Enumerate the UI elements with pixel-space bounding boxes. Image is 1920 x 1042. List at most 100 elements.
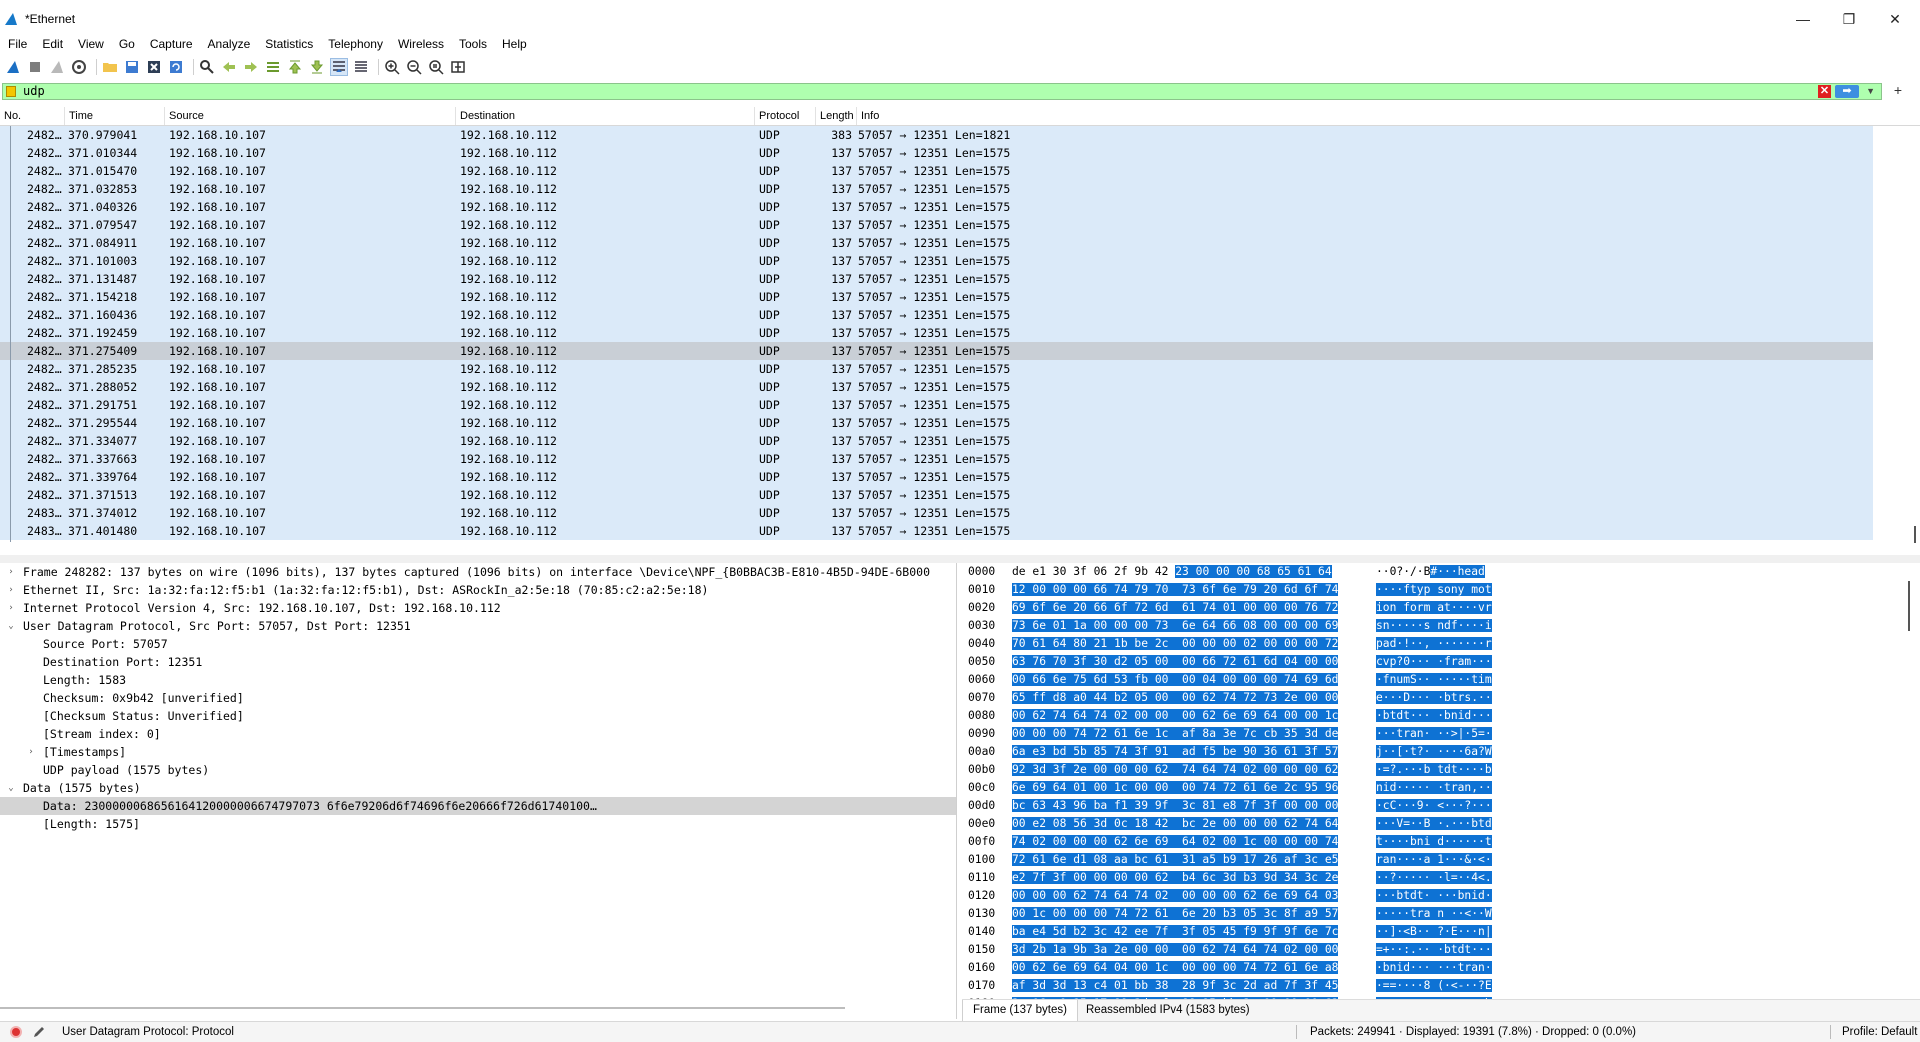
packet-row[interactable]: 2482… 371.295544 192.168.10.107 192.168.10.…	[0, 414, 1873, 432]
column-header-info[interactable]: Info	[857, 107, 1920, 125]
zoom-normal-icon[interactable]	[427, 58, 445, 76]
column-header-no[interactable]: No.	[0, 107, 65, 125]
detail-tree-item[interactable]: Length: 1583	[0, 671, 956, 689]
go-last-icon[interactable]	[308, 58, 326, 76]
hex-line[interactable]: 0140 ba e4 5d b2 3c 42 ee 7f 3f 05 45 f9 …	[962, 923, 1920, 941]
arrow-forward-icon[interactable]	[242, 58, 260, 76]
packet-row[interactable]: 2482… 371.334077 192.168.10.107 192.168.10.…	[0, 432, 1873, 450]
hex-line[interactable]: 0080 00 62 74 64 74 02 00 00 00 62 6e 69 …	[962, 707, 1920, 725]
search-icon[interactable]	[198, 58, 216, 76]
hex-line[interactable]: 0000 de e1 30 3f 06 2f 9b 42 23 00 00 00 …	[962, 563, 1920, 581]
close-file-icon[interactable]	[145, 58, 163, 76]
chevron-right-icon[interactable]: ›	[6, 563, 16, 581]
detail-tree-item[interactable]: ⌄ Data (1575 bytes)	[0, 779, 956, 797]
hex-line[interactable]: 0070 65 ff d8 a0 44 b2 05 00 00 62 74 72 …	[962, 689, 1920, 707]
filter-text[interactable]: udp	[23, 84, 45, 99]
packet-row[interactable]: 2483… 371.401480 192.168.10.107 192.168.10.…	[0, 522, 1873, 540]
minimize-button[interactable]: —	[1780, 0, 1826, 38]
chevron-down-icon[interactable]: ⌄	[6, 617, 16, 635]
packet-row[interactable]: 2482… 371.131487 192.168.10.107 192.168.10.…	[0, 270, 1873, 288]
hex-line[interactable]: 0020 69 6f 6e 20 66 6f 72 6d 61 74 01 00 …	[962, 599, 1920, 617]
packet-list-scrollbar[interactable]	[1876, 126, 1920, 543]
hex-line[interactable]: 0110 e2 7f 3f 00 00 00 00 62 b4 6c 3d b3 …	[962, 869, 1920, 887]
hex-line[interactable]: 00e0 00 e2 08 56 3d 0c 18 42 bc 2e 00 00 …	[962, 815, 1920, 833]
tab-reassembled-ipv4[interactable]: Reassembled IPv4 (1583 bytes)	[1076, 1000, 1260, 1022]
save-file-icon[interactable]	[123, 58, 141, 76]
packet-row[interactable]: 2482… 371.288052 192.168.10.107 192.168.10.…	[0, 378, 1873, 396]
column-header-source[interactable]: Source	[165, 107, 456, 125]
column-header-time[interactable]: Time	[65, 107, 165, 125]
menu-analyze[interactable]: Analyze	[200, 37, 258, 51]
detail-tree-item[interactable]: Checksum: 0x9b42 [unverified]	[0, 689, 956, 707]
detail-tree-item[interactable]: › Ethernet II, Src: 1a:32:fa:12:f5:b1 (1a…	[0, 581, 956, 599]
packet-row[interactable]: 2482… 371.040326 192.168.10.107 192.168.10.…	[0, 198, 1873, 216]
detail-tree-item[interactable]: › Frame 248282: 137 bytes on wire (1096 b…	[0, 563, 956, 581]
capture-running-icon[interactable]	[10, 1026, 22, 1038]
hex-line[interactable]: 0060 00 66 6e 75 6d 53 fb 00 00 04 00 00 …	[962, 671, 1920, 689]
display-filter-input[interactable]: udp ✕ ➡ ▼	[2, 83, 1882, 100]
menu-telephony[interactable]: Telephony	[320, 37, 390, 51]
tab-frame-bytes[interactable]: Frame (137 bytes)	[962, 1000, 1078, 1022]
hex-line[interactable]: 0120 00 00 00 62 74 64 74 02 00 00 00 62 …	[962, 887, 1920, 905]
hex-line[interactable]: 00f0 74 02 00 00 00 62 6e 69 64 02 00 1c …	[962, 833, 1920, 851]
column-header-protocol[interactable]: Protocol	[755, 107, 816, 125]
detail-tree-item[interactable]: › Internet Protocol Version 4, Src: 192.1…	[0, 599, 956, 617]
packet-row[interactable]: 2482… 371.160436 192.168.10.107 192.168.10.…	[0, 306, 1873, 324]
hex-line[interactable]: 00c0 6e 69 64 01 00 1c 00 00 00 74 72 61 …	[962, 779, 1920, 797]
packet-row[interactable]: 2482… 371.192459 192.168.10.107 192.168.10.…	[0, 324, 1873, 342]
hex-line[interactable]: 0170 af 3d 3d 13 c4 01 bb 38 28 9f 3c 2d …	[962, 977, 1920, 995]
detail-tree-item[interactable]: › [Timestamps]	[0, 743, 956, 761]
menu-edit[interactable]: Edit	[34, 37, 70, 51]
detail-tree-item[interactable]: Destination Port: 12351	[0, 653, 956, 671]
menu-tools[interactable]: Tools	[451, 37, 494, 51]
clear-filter-icon[interactable]: ✕	[1818, 85, 1831, 98]
chevron-down-icon[interactable]: ▼	[1866, 84, 1875, 99]
hex-line[interactable]: 0160 00 62 6e 69 64 04 00 1c 00 00 00 74 …	[962, 959, 1920, 977]
hex-line[interactable]: 00b0 92 3d 3f 2e 00 00 00 62 74 64 74 02 …	[962, 761, 1920, 779]
detail-tree-item[interactable]: [Stream index: 0]	[0, 725, 956, 743]
hex-line[interactable]: 0150 3d 2b 1a 9b 3a 2e 00 00 00 62 74 64 …	[962, 941, 1920, 959]
detail-tree-item[interactable]: [Checksum Status: Unverified]	[0, 707, 956, 725]
bytes-scrollbar-thumb[interactable]	[1908, 581, 1910, 631]
packet-row[interactable]: 2482… 371.101003 192.168.10.107 192.168.10.…	[0, 252, 1873, 270]
close-window-button[interactable]: ✕	[1872, 0, 1918, 38]
gear-options-icon[interactable]	[70, 58, 88, 76]
autoscroll-icon[interactable]	[330, 58, 348, 76]
hex-line[interactable]: 00a0 6a e3 bd 5b 85 74 3f 91 ad f5 be 90 …	[962, 743, 1920, 761]
packet-row[interactable]: 2482… 371.015470 192.168.10.107 192.168.10.…	[0, 162, 1873, 180]
hex-line[interactable]: 0010 12 00 00 00 66 74 79 70 73 6f 6e 79 …	[962, 581, 1920, 599]
packet-row[interactable]: 2483… 371.374012 192.168.10.107 192.168.10.…	[0, 504, 1873, 522]
column-header-length[interactable]: Length	[816, 107, 857, 125]
menu-capture[interactable]: Capture	[142, 37, 200, 51]
packet-row[interactable]: 2482… 371.275409 192.168.10.107 192.168.10.…	[0, 342, 1873, 360]
packet-row[interactable]: 2482… 371.079547 192.168.10.107 192.168.10.…	[0, 216, 1873, 234]
status-profile[interactable]: Profile: Default	[1842, 1022, 1917, 1042]
menu-go[interactable]: Go	[111, 37, 142, 51]
colorize-icon[interactable]	[352, 58, 370, 76]
hex-line[interactable]: 00d0 bc 63 43 96 ba f1 39 9f 3c 81 e8 7f …	[962, 797, 1920, 815]
menu-help[interactable]: Help	[494, 37, 534, 51]
go-to-packet-icon[interactable]	[264, 58, 282, 76]
details-horizontal-scrollbar[interactable]	[0, 1007, 845, 1009]
chevron-right-icon[interactable]: ›	[6, 581, 16, 599]
packet-row[interactable]: 2482… 371.010344 192.168.10.107 192.168.10.…	[0, 144, 1873, 162]
packet-row[interactable]: 2482… 371.032853 192.168.10.107 192.168.10.…	[0, 180, 1873, 198]
detail-tree-item[interactable]: Source Port: 57057	[0, 635, 956, 653]
hex-line[interactable]: 0040 70 61 64 80 21 1b be 2c 00 00 00 02 …	[962, 635, 1920, 653]
menu-view[interactable]: View	[70, 37, 111, 51]
hex-line[interactable]: 0100 72 61 6e d1 08 aa bc 61 31 a5 b9 17 …	[962, 851, 1920, 869]
menu-statistics[interactable]: Statistics	[257, 37, 320, 51]
hex-line[interactable]: 0090 00 00 00 74 72 61 6e 1c af 8a 3e 7c …	[962, 725, 1920, 743]
shark-fin-start-icon[interactable]	[4, 58, 22, 76]
packet-row[interactable]: 2482… 371.371513 192.168.10.107 192.168.10.…	[0, 486, 1873, 504]
chevron-right-icon[interactable]: ›	[6, 599, 16, 617]
packet-row[interactable]: 2482… 370.979041 192.168.10.107 192.168.10.…	[0, 126, 1873, 144]
shark-fin-restart-icon[interactable]	[48, 58, 66, 76]
arrow-back-icon[interactable]	[220, 58, 238, 76]
column-header-destination[interactable]: Destination	[456, 107, 755, 125]
packet-row[interactable]: 2482… 371.339764 192.168.10.107 192.168.10.…	[0, 468, 1873, 486]
apply-filter-arrow-icon[interactable]: ➡	[1835, 85, 1859, 98]
detail-tree-item[interactable]: ⌄ User Datagram Protocol, Src Port: 57057…	[0, 617, 956, 635]
maximize-button[interactable]: ❐	[1826, 0, 1872, 38]
chevron-right-icon[interactable]: ›	[26, 743, 36, 761]
